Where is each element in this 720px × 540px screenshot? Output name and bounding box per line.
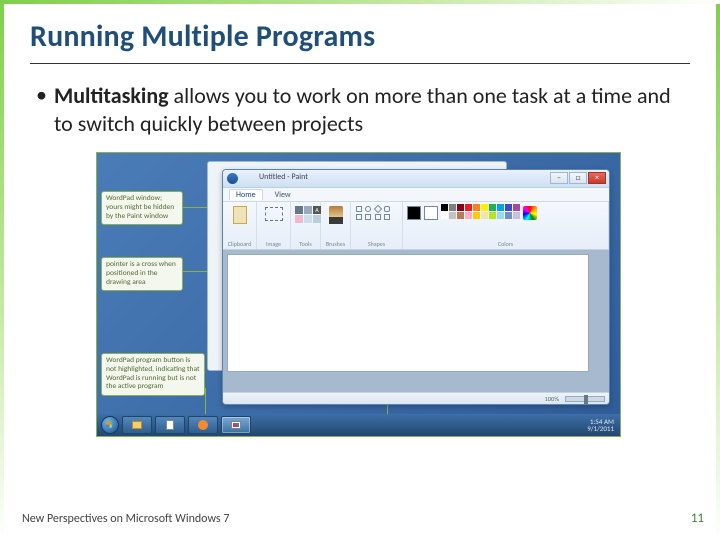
callout-line [205, 388, 206, 416]
color-swatch[interactable] [513, 212, 520, 219]
slide-title: Running Multiple Programs [30, 18, 690, 64]
paint-icon [231, 421, 241, 429]
color-swatch[interactable] [481, 212, 488, 219]
tray-date: 9/1/2011 [587, 425, 614, 432]
tab-home[interactable]: Home [229, 189, 263, 200]
minimize-button[interactable]: – [550, 172, 568, 184]
edit-colors-icon[interactable] [523, 206, 537, 220]
footer-text: New Perspectives on Microsoft Windows 7 [22, 512, 229, 526]
screenshot-figure: WordPad window; yours might be hidden by… [96, 152, 621, 437]
callout-wordpad-button: WordPad program button is not highlighte… [101, 353, 205, 396]
fill-icon[interactable] [304, 206, 312, 214]
tools-grid[interactable]: A [295, 206, 321, 223]
canvas-area [223, 250, 609, 392]
color-swatch[interactable] [465, 212, 472, 219]
zoom-slider[interactable] [565, 396, 605, 402]
picker-icon[interactable] [304, 215, 312, 223]
color-swatch[interactable] [449, 204, 456, 211]
paint-statusbar: 100% [223, 392, 609, 404]
color-swatch[interactable] [481, 204, 488, 211]
maximize-button[interactable]: □ [569, 172, 587, 184]
group-image: Image [257, 202, 291, 249]
start-button[interactable] [101, 416, 119, 434]
zoom-level: 100% [544, 395, 559, 403]
color-swatch[interactable] [489, 204, 496, 211]
color-swatch[interactable] [497, 204, 504, 211]
callout-pointer-cross: pointer is a cross when positioned in th… [101, 257, 183, 291]
bullet-list: Multitasking allows you to work on more … [30, 82, 690, 138]
shapes-gallery[interactable] [355, 206, 398, 222]
group-shapes: Shapes [351, 202, 403, 249]
color-palette[interactable] [441, 204, 520, 219]
taskbar: 1:54 AM 9/1/2011 [97, 414, 620, 436]
drawing-canvas[interactable] [227, 254, 589, 372]
color-swatch[interactable] [441, 212, 448, 219]
taskbar-media-button[interactable] [188, 416, 218, 434]
desktop-background: WordPad window; yours might be hidden by… [96, 152, 621, 437]
slide: Running Multiple Programs Multitasking a… [4, 4, 716, 536]
taskbar-wordpad-button[interactable] [155, 416, 185, 434]
taskbar-paint-button[interactable] [221, 416, 251, 434]
group-colors: Colors [403, 202, 609, 249]
close-button[interactable]: × [588, 172, 606, 184]
color1-swatch[interactable] [407, 206, 421, 220]
bullet-item: Multitasking allows you to work on more … [30, 82, 690, 138]
text-icon[interactable]: A [313, 206, 321, 214]
folder-icon [132, 421, 142, 429]
page-number: 11 [691, 511, 704, 526]
color-swatch[interactable] [457, 212, 464, 219]
brush-icon[interactable] [329, 206, 343, 224]
window-buttons: – □ × [550, 172, 606, 184]
system-tray[interactable]: 1:54 AM 9/1/2011 [587, 418, 616, 432]
pencil-icon[interactable] [295, 206, 303, 214]
color-swatch[interactable] [465, 204, 472, 211]
group-clipboard: Clipboard [223, 202, 257, 249]
paste-icon[interactable] [233, 206, 247, 224]
color-swatch[interactable] [449, 212, 456, 219]
color-swatch[interactable] [473, 204, 480, 211]
color-swatch[interactable] [497, 212, 504, 219]
tab-view[interactable]: View [269, 190, 297, 200]
color2-swatch[interactable] [424, 206, 438, 220]
color-swatch[interactable] [473, 212, 480, 219]
zoom-icon[interactable] [313, 215, 321, 223]
color-swatch[interactable] [505, 204, 512, 211]
color-swatch[interactable] [441, 204, 448, 211]
paint-titlebar: Untitled - Paint – □ × [223, 170, 609, 188]
slide-edge-right [716, 0, 720, 540]
paint-app-icon [227, 173, 238, 184]
media-icon [198, 420, 208, 430]
ribbon-tabs: Home View [223, 188, 609, 202]
color-swatch[interactable] [489, 212, 496, 219]
group-brushes: Brushes [321, 202, 351, 249]
ribbon: Clipboard Image A [223, 202, 609, 250]
callout-wordpad-window: WordPad window; yours might be hidden by… [101, 191, 183, 225]
color-swatch[interactable] [513, 204, 520, 211]
wordpad-icon [166, 420, 174, 430]
group-tools: A Tools [291, 202, 321, 249]
bullet-lead: Multitasking [54, 82, 169, 109]
color-swatch[interactable] [505, 212, 512, 219]
select-icon[interactable] [265, 207, 283, 221]
color-swatch[interactable] [457, 204, 464, 211]
eraser-icon[interactable] [295, 215, 303, 223]
paint-title-text: Untitled - Paint [259, 172, 308, 182]
taskbar-explorer-button[interactable] [122, 416, 152, 434]
paint-window: Untitled - Paint – □ × Home View Clipboa… [222, 169, 610, 405]
